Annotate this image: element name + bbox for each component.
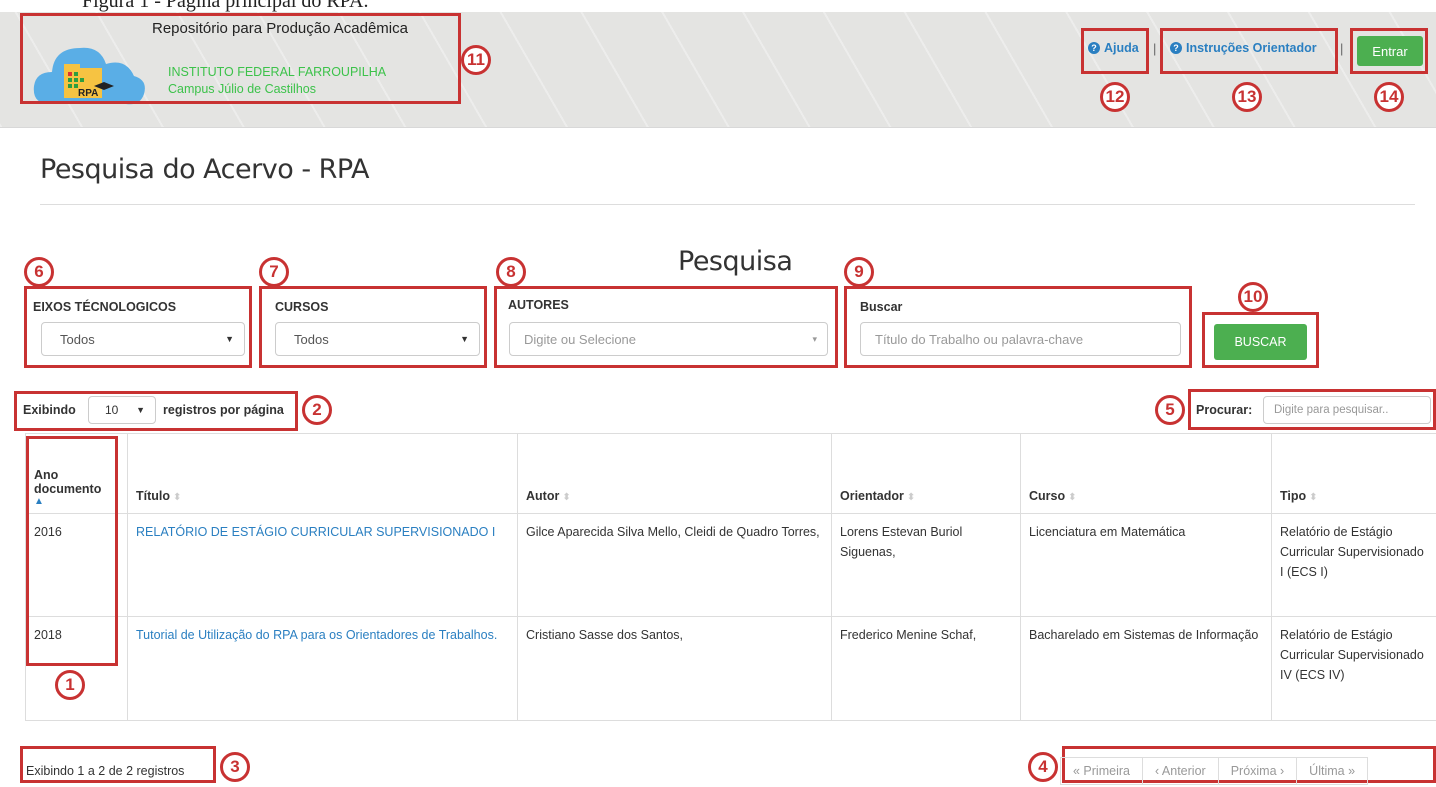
callout-box-14: [1350, 28, 1428, 74]
document-title-link[interactable]: RELATÓRIO DE ESTÁGIO CURRICULAR SUPERVIS…: [136, 525, 495, 539]
caret-down-icon: ▼: [460, 334, 469, 344]
search-heading: Pesquisa: [678, 246, 792, 277]
col-curso[interactable]: Curso⬍: [1021, 434, 1272, 514]
callout-number-2: 2: [302, 395, 332, 425]
caret-down-icon: ▾: [812, 334, 817, 345]
results-table: Ano documento ▲ Título⬍ Autor⬍ Orientado…: [25, 433, 1436, 721]
autores-select[interactable]: Digite ou Selecione ▾: [509, 322, 828, 356]
cell-tipo: Relatório de Estágio Curricular Supervis…: [1272, 514, 1436, 617]
divider: [40, 204, 1415, 205]
cell-curso: Licenciatura em Matemática: [1021, 514, 1272, 617]
pager-next[interactable]: Próxima ›: [1218, 757, 1297, 785]
callout-box-1: [26, 436, 118, 666]
page-size-prefix: Exibindo: [23, 403, 76, 417]
col-orientador-label: Orientador: [840, 489, 904, 503]
cell-orientador: Frederico Menine Schaf,: [832, 617, 1021, 721]
cell-curso: Bacharelado em Sistemas de Informação: [1021, 617, 1272, 721]
callout-number-5: 5: [1155, 395, 1185, 425]
nav-separator: |: [1340, 41, 1343, 56]
page-title: Pesquisa do Acervo - RPA: [40, 154, 369, 185]
records-info: Exibindo 1 a 2 de 2 registros: [26, 764, 184, 778]
callout-box-11: [20, 13, 461, 104]
eixos-label: EIXOS TÉCNOLOGICOS: [33, 300, 176, 314]
col-titulo[interactable]: Título⬍: [128, 434, 518, 514]
buscar-button[interactable]: BUSCAR: [1214, 324, 1307, 360]
caret-down-icon: ▼: [136, 405, 145, 415]
table-header-row: Ano documento ▲ Título⬍ Autor⬍ Orientado…: [26, 434, 1436, 514]
page-size-suffix: registros por página: [163, 403, 284, 417]
callout-number-14: 14: [1374, 82, 1404, 112]
filter-input[interactable]: Digite para pesquisar..: [1263, 396, 1431, 424]
callout-number-12: 12: [1100, 82, 1130, 112]
cursos-value: Todos: [294, 332, 329, 347]
cell-orientador: Lorens Estevan Buriol Siguenas,: [832, 514, 1021, 617]
cursos-select[interactable]: Todos ▼: [275, 322, 480, 356]
cell-tipo: Relatório de Estágio Curricular Supervis…: [1272, 617, 1436, 721]
callout-number-11: 11: [461, 45, 491, 75]
callout-number-1: 1: [55, 670, 85, 700]
callout-box-13: [1160, 28, 1338, 74]
col-tipo[interactable]: Tipo⬍: [1272, 434, 1436, 514]
table-row: 2018 Tutorial de Utilização do RPA para …: [26, 617, 1436, 721]
col-titulo-label: Título: [136, 489, 170, 503]
col-curso-label: Curso: [1029, 489, 1065, 503]
callout-number-10: 10: [1238, 282, 1268, 312]
page-size-value: 10: [105, 403, 118, 417]
filter-label: Procurar:: [1196, 403, 1252, 417]
document-title-link[interactable]: Tutorial de Utilização do RPA para os Or…: [136, 628, 497, 642]
pager-last[interactable]: Última »: [1296, 757, 1368, 785]
callout-number-6: 6: [24, 257, 54, 287]
cell-autor: Cristiano Sasse dos Santos,: [518, 617, 832, 721]
cell-titulo: Tutorial de Utilização do RPA para os Or…: [128, 617, 518, 721]
sort-icon: ⬍: [907, 492, 915, 503]
callout-number-13: 13: [1232, 82, 1262, 112]
sort-icon: ⬍: [1068, 492, 1076, 503]
sort-icon: ⬍: [173, 492, 181, 503]
autores-placeholder: Digite ou Selecione: [524, 332, 636, 347]
sort-icon: ⬍: [562, 492, 570, 503]
cursos-label: CURSOS: [275, 300, 328, 314]
col-autor-label: Autor: [526, 489, 559, 503]
pager-first[interactable]: « Primeira: [1060, 757, 1143, 785]
col-tipo-label: Tipo: [1280, 489, 1306, 503]
caret-down-icon: ▼: [225, 334, 234, 344]
sort-icon: ⬍: [1309, 492, 1317, 503]
nav-separator: |: [1153, 41, 1156, 56]
callout-number-7: 7: [259, 257, 289, 287]
eixos-value: Todos: [60, 332, 95, 347]
callout-number-8: 8: [496, 257, 526, 287]
cell-titulo: RELATÓRIO DE ESTÁGIO CURRICULAR SUPERVIS…: [128, 514, 518, 617]
col-autor[interactable]: Autor⬍: [518, 434, 832, 514]
callout-number-4: 4: [1028, 752, 1058, 782]
autores-label: AUTORES: [508, 298, 569, 312]
callout-number-9: 9: [844, 257, 874, 287]
eixos-select[interactable]: Todos ▼: [41, 322, 245, 356]
buscar-label: Buscar: [860, 300, 902, 314]
table-row: 2016 RELATÓRIO DE ESTÁGIO CURRICULAR SUP…: [26, 514, 1436, 617]
col-orientador[interactable]: Orientador⬍: [832, 434, 1021, 514]
buscar-input[interactable]: Título do Trabalho ou palavra-chave: [860, 322, 1181, 356]
callout-box-12: [1081, 28, 1149, 74]
callout-number-3: 3: [220, 752, 250, 782]
cell-autor: Gilce Aparecida Silva Mello, Cleidi de Q…: [518, 514, 832, 617]
pager-prev[interactable]: ‹ Anterior: [1142, 757, 1219, 785]
page-size-select[interactable]: 10 ▼: [88, 396, 156, 424]
